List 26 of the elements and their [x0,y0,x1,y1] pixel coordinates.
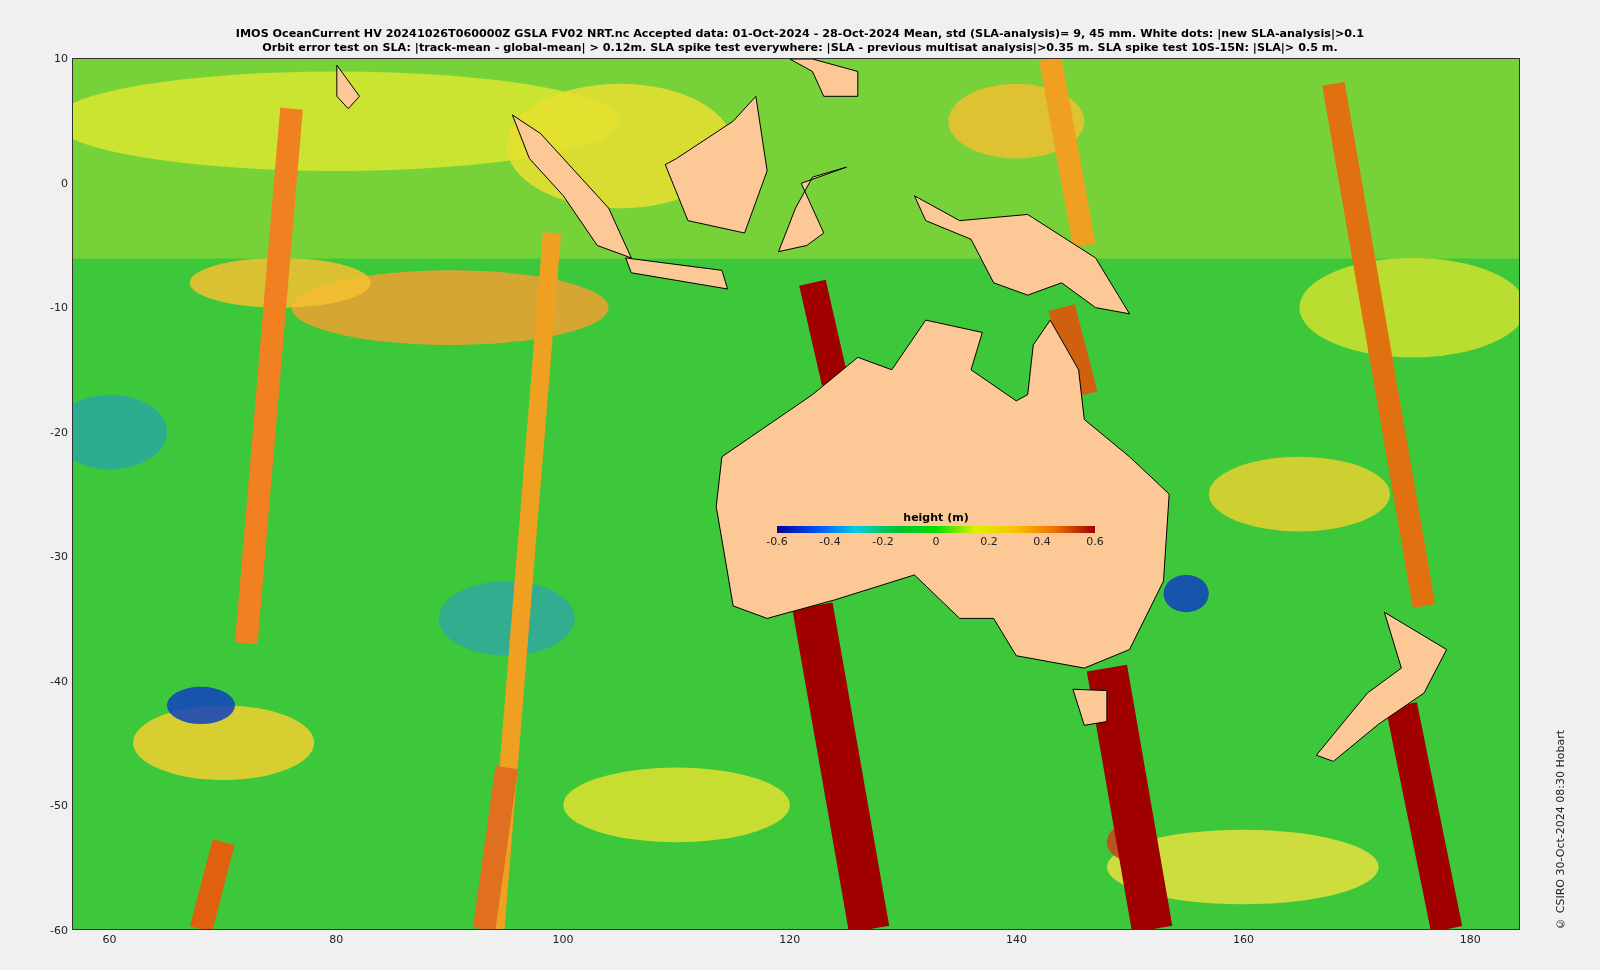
x-tick-label: 160 [1232,933,1254,946]
figure-title: Orbit error test on SLA: |track-mean - global-mean| > 0.12m. SLA spike test everywhere: |SLA - previous multisat analysis|>0.35 m. SLA spike test 10S-15N: |SLA|> 0.5 m. [262,41,1338,55]
y-tick-label: 0 [61,176,68,190]
y-tick-label: -50 [50,798,68,812]
y-tick-label: -30 [50,549,68,563]
y-tick-label: -20 [50,425,68,439]
y-tick-label: -10 [50,300,68,314]
colorbar-tick-label: 0.6 [1086,535,1104,548]
colorbar-tick-label: 0.4 [1033,535,1051,548]
y-tick-label: -40 [50,674,68,688]
colorbar-tick-label: 0 [932,535,940,548]
y-tick-label: -60 [50,923,68,937]
x-tick-label: 60 [102,933,117,946]
figure-title: IMOS OceanCurrent HV 20241026T060000Z GSLA FV02 NRT.nc Accepted data: 01-Oct-2024 - 28-Oct-2024 Mean, std (SLA-analysis)= 9, 45 mm. White dots: |new SLA-analysis|>0.1 [235,27,1365,41]
credit-text: © CSIRO 30-Oct-2024 08:30 Hobart [1553,730,1567,930]
x-tick-label: 80 [329,933,344,946]
y-tick-label: 10 [54,51,68,65]
colorbar-tick-label: -0.2 [872,535,894,548]
x-tick-label: 180 [1459,933,1481,946]
colorbar-tick-label: -0.6 [766,535,788,548]
x-tick-label: 100 [552,933,574,946]
colorbar-tick-label: -0.4 [819,535,841,548]
x-tick-label: 140 [1006,933,1028,946]
colorbar-tick-label: 0.2 [980,535,998,548]
x-tick-label: 120 [779,933,801,946]
colorbar-title: height (m) [902,511,970,524]
